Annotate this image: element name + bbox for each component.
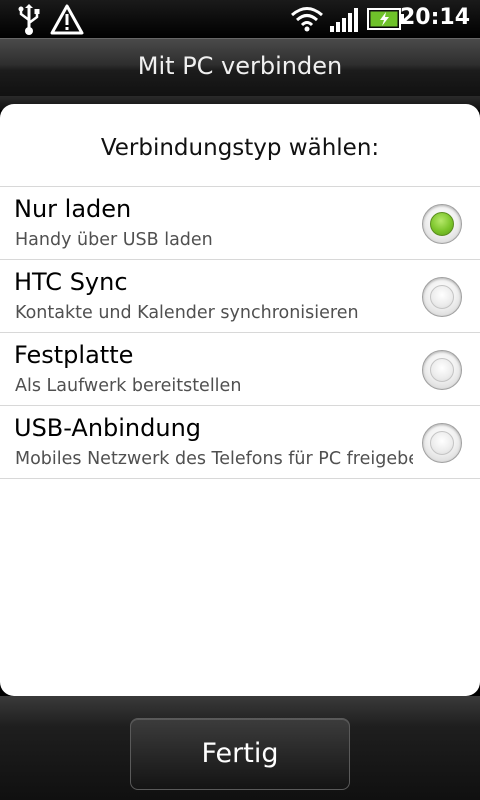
- done-button[interactable]: Fertig: [130, 718, 350, 790]
- dialog-heading: Verbindungstyp wählen:: [100, 135, 380, 161]
- option-subtitle: Mobiles Netzwerk des Telefons für PC fre…: [15, 449, 413, 469]
- status-bar: 20:14: [0, 0, 480, 38]
- connection-type-dialog: Verbindungstyp wählen: Nur laden Handy ü…: [0, 104, 480, 696]
- wifi-icon: [291, 7, 323, 32]
- title-bar: Mit PC verbinden: [0, 38, 480, 96]
- connection-type-list: Nur laden Handy über USB laden HTC Sync …: [0, 186, 480, 479]
- radio-button-selected[interactable]: [422, 204, 462, 244]
- option-usb-tethering[interactable]: USB-Anbindung Mobiles Netzwerk des Telef…: [0, 406, 480, 479]
- usb-icon: [18, 4, 40, 35]
- radio-button[interactable]: [422, 350, 462, 390]
- option-subtitle: Als Laufwerk bereitstellen: [15, 376, 242, 396]
- radio-button[interactable]: [422, 277, 462, 317]
- signal-icon: [330, 8, 358, 32]
- option-charge-only[interactable]: Nur laden Handy über USB laden: [0, 187, 480, 260]
- option-title: USB-Anbindung: [14, 414, 202, 442]
- clock-time: 20:14: [399, 5, 470, 30]
- option-title: HTC Sync: [14, 268, 128, 296]
- page-title: Mit PC verbinden: [137, 52, 343, 80]
- option-subtitle: Handy über USB laden: [15, 230, 213, 250]
- option-title: Festplatte: [14, 341, 134, 369]
- radio-button[interactable]: [422, 423, 462, 463]
- bottom-bar: Fertig: [0, 696, 480, 800]
- option-title: Nur laden: [14, 195, 132, 223]
- option-subtitle: Kontakte und Kalender synchronisieren: [15, 303, 359, 323]
- warning-icon: [50, 4, 84, 35]
- option-htc-sync[interactable]: HTC Sync Kontakte und Kalender synchroni…: [0, 260, 480, 333]
- option-disk-drive[interactable]: Festplatte Als Laufwerk bereitstellen: [0, 333, 480, 406]
